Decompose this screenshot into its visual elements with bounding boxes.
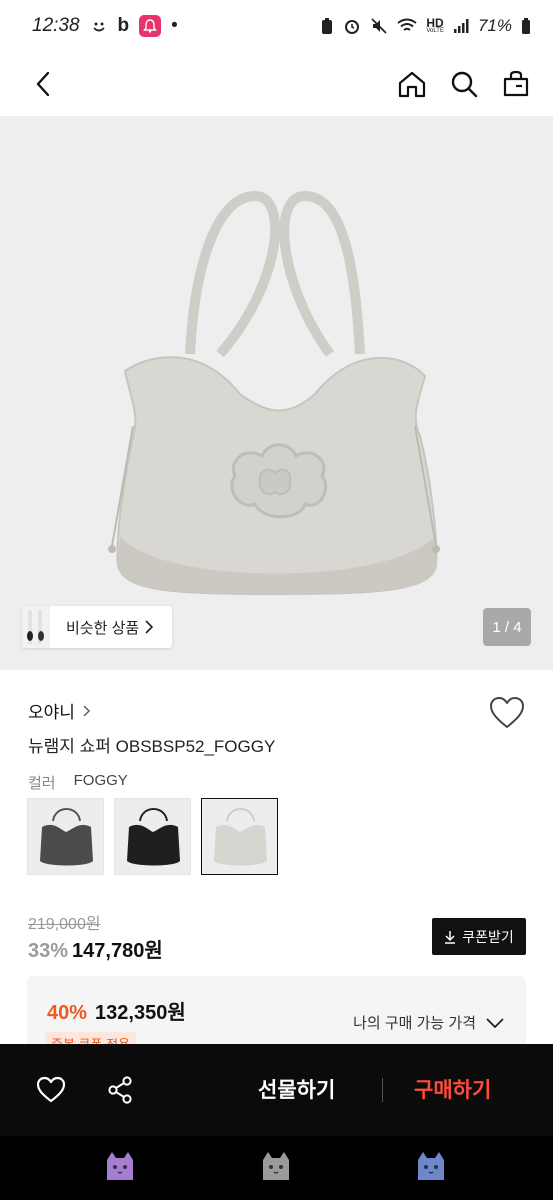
similar-products-label: 비슷한 상품 xyxy=(50,617,154,638)
brand-link[interactable]: 오야니 xyxy=(28,698,90,723)
status-right: HD VoLTE 71% xyxy=(320,16,531,36)
back-icon[interactable] xyxy=(28,69,58,99)
top-nav xyxy=(0,52,553,116)
similar-products-button[interactable]: 비슷한 상품 xyxy=(22,606,172,648)
nav-back-cat-icon[interactable] xyxy=(414,1150,448,1182)
best-price: 132,350원 xyxy=(95,1002,186,1024)
status-left: 12:38 b • xyxy=(32,15,178,37)
my-price-label: 나의 구매 가능 가격 xyxy=(353,1015,476,1032)
buy-button[interactable]: 구매하기 xyxy=(414,1074,491,1104)
similar-thumbnail xyxy=(22,606,50,648)
swatch-charcoal[interactable] xyxy=(27,798,104,875)
swatch-black[interactable] xyxy=(114,798,191,875)
battery-text: 71% xyxy=(477,16,512,35)
chevron-right-icon xyxy=(145,620,154,634)
product-image-carousel[interactable]: 비슷한 상품 1 / 4 xyxy=(0,116,553,670)
swatch-foggy[interactable] xyxy=(201,798,278,875)
nav-home-cat-icon[interactable] xyxy=(259,1150,293,1182)
color-row: 컬러 FOGGY xyxy=(28,772,128,793)
status-time: 12:38 xyxy=(32,15,80,36)
search-icon[interactable] xyxy=(449,69,479,99)
mute-icon xyxy=(370,17,388,35)
network-hd: HD VoLTE xyxy=(426,15,444,34)
wishlist-heart-icon[interactable] xyxy=(489,696,525,730)
status-app-b: b xyxy=(117,15,130,36)
chevron-right-icon xyxy=(83,705,90,716)
alarm-icon xyxy=(343,17,361,35)
notification-bell-icon xyxy=(139,15,162,37)
original-price: 219,000원 xyxy=(28,916,101,933)
sale-price: 147,780원 xyxy=(72,940,163,962)
brand-name: 오야니 xyxy=(28,703,75,722)
discount-rate: 33% xyxy=(28,940,69,962)
bar-divider xyxy=(382,1078,383,1102)
best-price-row: 40% 132,350원 xyxy=(47,996,186,1025)
signal-icon xyxy=(453,18,469,34)
battery-icon xyxy=(521,17,531,35)
best-discount: 40% xyxy=(47,1002,88,1024)
system-nav-bar xyxy=(0,1136,553,1200)
bottom-action-bar: 선물하기 구매하기 xyxy=(0,1044,553,1136)
coupon-label: 쿠폰받기 xyxy=(462,928,514,945)
color-swatches xyxy=(27,798,278,875)
status-bar: 12:38 b • HD VoLTE 71% xyxy=(0,0,553,52)
coupon-download-button[interactable]: 쿠폰받기 xyxy=(432,918,526,955)
home-icon[interactable] xyxy=(397,69,427,99)
chevron-down-icon xyxy=(486,1017,504,1028)
gift-button[interactable]: 선물하기 xyxy=(258,1074,335,1104)
product-name: 뉴램지 쇼퍼 OBSBSP52_FOGGY xyxy=(28,737,276,756)
wifi-icon xyxy=(397,18,418,34)
color-value: FOGGY xyxy=(73,772,128,789)
smiley-icon xyxy=(90,17,108,35)
my-price-toggle[interactable]: 나의 구매 가능 가격 xyxy=(353,1012,504,1033)
color-label: 컬러 xyxy=(28,775,56,792)
top-nav-actions xyxy=(397,69,531,99)
download-icon xyxy=(445,930,456,944)
dot-icon: • xyxy=(171,15,178,36)
cart-icon[interactable] xyxy=(501,69,531,99)
share-icon[interactable] xyxy=(103,1073,137,1107)
price-row: 33% 147,780원 xyxy=(28,934,163,963)
battery-saver-icon xyxy=(320,17,334,35)
page-indicator: 1 / 4 xyxy=(483,608,531,646)
product-image xyxy=(108,190,440,596)
nav-recent-cat-icon[interactable] xyxy=(103,1150,137,1182)
bottom-heart-icon[interactable] xyxy=(34,1073,68,1107)
